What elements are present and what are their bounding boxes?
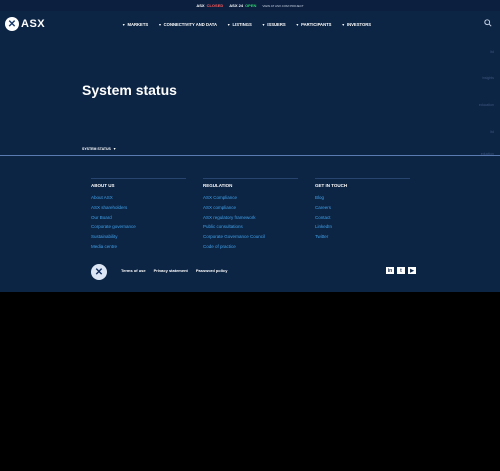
nav-participants[interactable]: ▼ PARTICIPANTS [296, 22, 332, 27]
site-footer: ABOUT US About ASX ASX shareholders Our … [0, 156, 500, 292]
footer-col-regulation: REGULATION ASX Compliance ASX compliance… [203, 178, 298, 252]
footer-link[interactable]: Public consultations [203, 222, 298, 232]
nav-markets-label: MARKETS [127, 22, 149, 27]
footer-link[interactable]: Corporate Governance Council [203, 232, 298, 242]
asx-logo[interactable]: ✕ ASX [5, 17, 45, 31]
footer-link[interactable]: LinkedIn [315, 222, 410, 232]
linkedin-icon[interactable]: in [386, 267, 394, 274]
chevron-down-icon: ▼ [122, 22, 126, 27]
nav-markets[interactable]: ▼ MARKETS [122, 22, 148, 27]
footer-bottom-bar: ✕ Terms of use Privacy statement Passwor… [91, 264, 416, 281]
main-nav: ▼ MARKETS ▼ CONNECTIVITY AND DATA ▼ LISTING… [122, 22, 371, 27]
footer-heading-about: ABOUT US [91, 183, 115, 188]
chevron-down-icon: ▼ [341, 22, 345, 27]
nav-investors-label: INVESTORS [346, 22, 372, 27]
footer-link[interactable]: Twitter [315, 232, 410, 242]
footer-link[interactable]: Blog [315, 193, 410, 203]
youtube-icon[interactable]: ▶ [408, 267, 416, 274]
system-status-dropdown[interactable]: SYSTEM STATUS ▼ [82, 147, 116, 151]
footer-col-get-in-touch: GET IN TOUCH Blog Careers Contact Linked… [315, 178, 410, 242]
twitter-icon[interactable]: t [397, 267, 405, 274]
footer-col-about: ABOUT US About ASX ASX shareholders Our … [91, 178, 186, 252]
site-header: ✕ ASX ▼ MARKETS ▼ CONNECTIVITY AND DATA ▼ L… [0, 11, 500, 40]
footer-link[interactable]: Media centre [91, 242, 186, 252]
search-icon [484, 18, 492, 27]
asx-logo-mark-icon: ✕ [5, 17, 19, 31]
nav-listings[interactable]: ▼ LISTINGS [227, 22, 252, 27]
asx24-market-status[interactable]: ASX 24 OPEN [229, 3, 256, 8]
page-title: System status [82, 82, 177, 98]
footer-link[interactable]: Careers [315, 203, 410, 213]
password-policy-link[interactable]: Password policy [196, 268, 228, 273]
footer-link[interactable]: Our Board [91, 213, 186, 223]
chevron-down-icon: ▼ [227, 22, 231, 27]
footer-link[interactable]: ASX shareholders [91, 203, 186, 213]
chevron-down-icon: ▼ [112, 147, 117, 151]
footer-link[interactable]: About ASX [91, 193, 186, 203]
chevron-down-icon: ▼ [295, 22, 300, 27]
footer-link[interactable]: ASX compliance [203, 203, 298, 213]
footer-link[interactable]: Sustainability [91, 232, 186, 242]
asx-market-status[interactable]: ASX CLOSED [196, 3, 223, 8]
privacy-statement-link[interactable]: Privacy statement [154, 268, 188, 273]
nav-issuers[interactable]: ▼ ISSUERS [262, 22, 286, 27]
terms-of-use-link[interactable]: Terms of use [121, 268, 146, 273]
side-ghost-2: insights [482, 76, 494, 80]
footer-link[interactable]: Code of practice [203, 242, 298, 252]
footer-link[interactable]: Contact [315, 213, 410, 223]
footer-heading-regulation: REGULATION [203, 183, 233, 188]
asx-footer-logo-icon[interactable]: ✕ [91, 264, 107, 280]
asx-status: CLOSED [206, 3, 224, 8]
nav-issuers-label: ISSUERS [267, 22, 286, 27]
side-ghost-1: ltd [490, 50, 494, 54]
divider [91, 178, 186, 179]
nav-participants-label: PARTICIPANTS [301, 22, 332, 27]
side-ghost-3: education [478, 103, 494, 107]
market-status-strip: ASX CLOSED ASX 24 OPEN VIEW AT ASX.COM P… [0, 0, 500, 11]
search-button[interactable] [481, 16, 495, 29]
divider [315, 178, 410, 179]
main-content: System status SYSTEM STATUS ▼ ltd insigh… [0, 40, 500, 156]
nav-connectivity-and-data[interactable]: ▼ CONNECTIVITY AND DATA [158, 22, 217, 27]
asx24-status: OPEN [245, 3, 257, 8]
social-links: in t ▶ [386, 267, 416, 274]
chevron-down-icon: ▼ [261, 22, 266, 27]
nav-connectivity-label: CONNECTIVITY AND DATA [163, 22, 218, 27]
footer-link[interactable]: Corporate governance [91, 222, 186, 232]
footer-link[interactable]: ASX regulatory framework [203, 213, 298, 223]
footer-link[interactable]: ASX Compliance [203, 193, 298, 203]
footer-heading-get-in-touch: GET IN TOUCH [315, 183, 348, 188]
side-ghost-4: ltd [490, 130, 494, 134]
strip-note-link[interactable]: VIEW AT ASX.COM PROJECT [262, 4, 303, 8]
system-status-label: SYSTEM STATUS [82, 147, 111, 151]
nav-investors[interactable]: ▼ INVESTORS [341, 22, 371, 27]
asx-logo-text: ASX [21, 18, 46, 30]
chevron-down-icon: ▼ [158, 22, 162, 27]
legal-links: Terms of use Privacy statement Password … [121, 268, 227, 273]
asx24-label: ASX 24 [229, 3, 244, 8]
asx-label: ASX [196, 3, 205, 8]
divider [203, 178, 298, 179]
nav-listings-label: LISTINGS [232, 22, 252, 27]
